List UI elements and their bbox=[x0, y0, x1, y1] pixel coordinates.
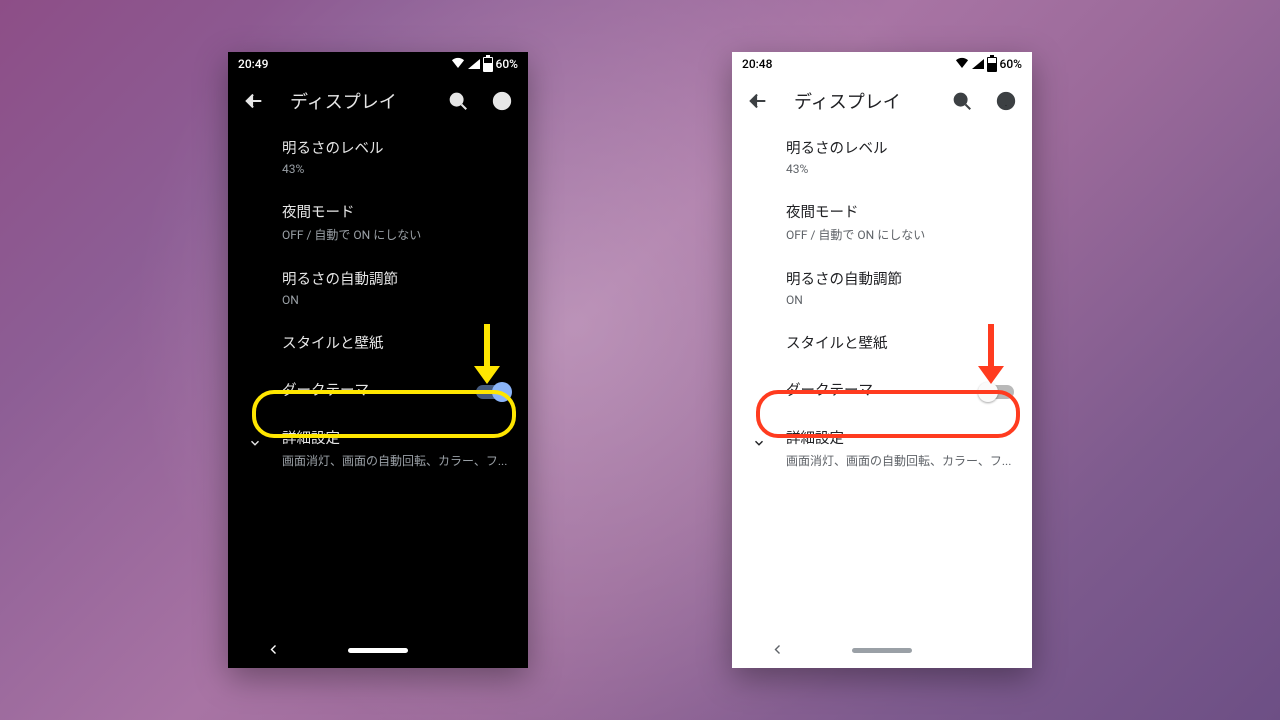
search-button[interactable] bbox=[438, 81, 478, 121]
phone-dark: 20:49 60% ディスプレイ 明るさのレベル 43% bbox=[228, 52, 528, 668]
row-adaptive-brightness[interactable]: 明るさの自動調節 ON bbox=[786, 257, 1024, 321]
row-advanced[interactable]: 詳細設定 画面消灯、画面の自動回転、カラー、フ... bbox=[244, 416, 520, 483]
row-title: 夜間モード bbox=[786, 204, 1024, 223]
home-indicator[interactable] bbox=[852, 648, 912, 653]
dark-theme-switch[interactable] bbox=[980, 385, 1014, 399]
back-button[interactable] bbox=[234, 81, 274, 121]
row-title: 明るさのレベル bbox=[786, 140, 1024, 159]
row-title: ダークテーマ bbox=[282, 382, 369, 401]
row-brightness-level[interactable]: 明るさのレベル 43% bbox=[282, 126, 520, 190]
status-right: 60% bbox=[955, 57, 1022, 72]
settings-list: 明るさのレベル 43% 夜間モード OFF / 自動で ON にしない 明るさの… bbox=[228, 126, 528, 632]
chevron-down-icon bbox=[244, 432, 266, 454]
wifi-icon bbox=[451, 57, 465, 71]
home-indicator[interactable] bbox=[348, 648, 408, 653]
row-dark-theme[interactable]: ダークテーマ bbox=[786, 367, 1024, 416]
row-title: 明るさの自動調節 bbox=[282, 271, 520, 290]
row-subtitle: OFF / 自動で ON にしない bbox=[786, 226, 1024, 243]
battery-percent: 60% bbox=[496, 57, 518, 71]
row-subtitle: 画面消灯、画面の自動回転、カラー、フ... bbox=[786, 452, 1024, 469]
phone-light: 20:48 60% ディスプレイ 明るさのレベル 43% bbox=[732, 52, 1032, 668]
row-title: スタイルと壁紙 bbox=[282, 335, 520, 354]
system-nav-bar bbox=[228, 632, 528, 668]
battery-icon bbox=[987, 57, 997, 72]
row-night-mode[interactable]: 夜間モード OFF / 自動で ON にしない bbox=[282, 190, 520, 257]
nav-back-button[interactable] bbox=[268, 641, 280, 660]
page-title: ディスプレイ bbox=[290, 88, 434, 114]
chevron-down-icon bbox=[748, 432, 770, 454]
row-title: 明るさの自動調節 bbox=[786, 271, 1024, 290]
row-subtitle: OFF / 自動で ON にしない bbox=[282, 226, 520, 243]
row-night-mode[interactable]: 夜間モード OFF / 自動で ON にしない bbox=[786, 190, 1024, 257]
status-right: 60% bbox=[451, 57, 518, 72]
row-title: 明るさのレベル bbox=[282, 140, 520, 159]
row-title: 夜間モード bbox=[282, 204, 520, 223]
row-title: 詳細設定 bbox=[786, 430, 1024, 449]
signal-icon bbox=[972, 59, 984, 69]
gradient-background: 20:49 60% ディスプレイ 明るさのレベル 43% bbox=[0, 0, 1280, 720]
signal-icon bbox=[468, 59, 480, 69]
row-brightness-level[interactable]: 明るさのレベル 43% bbox=[786, 126, 1024, 190]
status-time: 20:49 bbox=[238, 57, 268, 71]
row-subtitle: ON bbox=[786, 293, 1024, 307]
row-dark-theme[interactable]: ダークテーマ bbox=[282, 367, 520, 416]
system-nav-bar bbox=[732, 632, 1032, 668]
status-bar: 20:48 60% bbox=[732, 52, 1032, 76]
row-style-wallpaper[interactable]: スタイルと壁紙 bbox=[282, 321, 520, 368]
row-subtitle: 43% bbox=[282, 162, 520, 176]
help-button[interactable] bbox=[482, 81, 522, 121]
row-title: スタイルと壁紙 bbox=[786, 335, 1024, 354]
status-bar: 20:49 60% bbox=[228, 52, 528, 76]
search-button[interactable] bbox=[942, 81, 982, 121]
help-button[interactable] bbox=[986, 81, 1026, 121]
row-subtitle: 43% bbox=[786, 162, 1024, 176]
status-time: 20:48 bbox=[742, 57, 772, 71]
row-style-wallpaper[interactable]: スタイルと壁紙 bbox=[786, 321, 1024, 368]
page-title: ディスプレイ bbox=[794, 88, 938, 114]
app-bar: ディスプレイ bbox=[732, 76, 1032, 126]
row-title: 詳細設定 bbox=[282, 430, 520, 449]
battery-icon bbox=[483, 57, 493, 72]
dark-theme-switch[interactable] bbox=[476, 385, 510, 399]
nav-back-button[interactable] bbox=[772, 641, 784, 660]
row-subtitle: 画面消灯、画面の自動回転、カラー、フ... bbox=[282, 452, 520, 469]
row-title: ダークテーマ bbox=[786, 382, 873, 401]
wifi-icon bbox=[955, 57, 969, 71]
app-bar: ディスプレイ bbox=[228, 76, 528, 126]
row-advanced[interactable]: 詳細設定 画面消灯、画面の自動回転、カラー、フ... bbox=[748, 416, 1024, 483]
battery-percent: 60% bbox=[1000, 57, 1022, 71]
settings-list: 明るさのレベル 43% 夜間モード OFF / 自動で ON にしない 明るさの… bbox=[732, 126, 1032, 632]
back-button[interactable] bbox=[738, 81, 778, 121]
row-subtitle: ON bbox=[282, 293, 520, 307]
row-adaptive-brightness[interactable]: 明るさの自動調節 ON bbox=[282, 257, 520, 321]
